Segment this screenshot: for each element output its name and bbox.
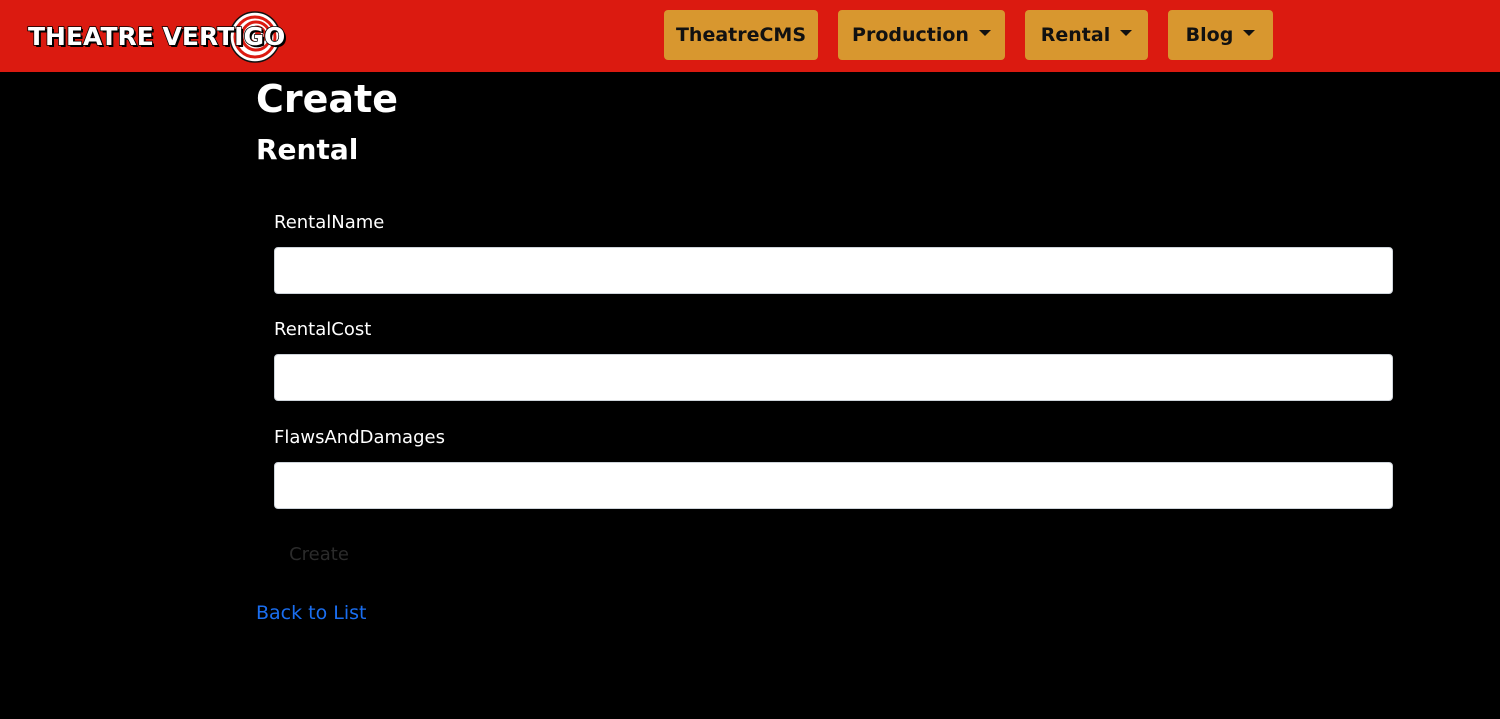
nav-production-dropdown[interactable]: Production (838, 10, 1005, 60)
nav-rental-label: Rental (1040, 24, 1111, 46)
rental-cost-input[interactable] (274, 354, 1393, 401)
rental-name-label: RentalName (274, 212, 385, 233)
flaws-and-damages-label: FlawsAndDamages (274, 427, 445, 448)
flaws-and-damages-input[interactable] (274, 462, 1393, 509)
nav-rental-dropdown[interactable]: Rental (1025, 10, 1148, 60)
theatre-vertigo-logo[interactable]: THEATRE VERTIGO (27, 10, 288, 63)
back-to-list-link[interactable]: Back to List (256, 601, 367, 625)
create-button[interactable]: Create (274, 534, 364, 574)
logo-text: THEATRE VERTIGO (27, 21, 286, 52)
caret-down-icon (978, 30, 991, 36)
page-title: Create (256, 77, 398, 121)
caret-down-icon (1120, 30, 1133, 36)
nav-blog-dropdown[interactable]: Blog (1168, 10, 1273, 60)
nav-theatrecms-button[interactable]: TheatreCMS (664, 10, 818, 60)
top-navbar: THEATRE VERTIGO TheatreCMS Production Re… (0, 0, 1500, 72)
rental-name-input[interactable] (274, 247, 1393, 294)
page-subtitle: Rental (256, 133, 359, 166)
nav-blog-label: Blog (1185, 24, 1234, 46)
nav-theatrecms-label: TheatreCMS (675, 24, 807, 46)
caret-down-icon (1243, 30, 1256, 36)
rental-cost-label: RentalCost (274, 319, 372, 340)
nav-production-label: Production (852, 24, 969, 46)
